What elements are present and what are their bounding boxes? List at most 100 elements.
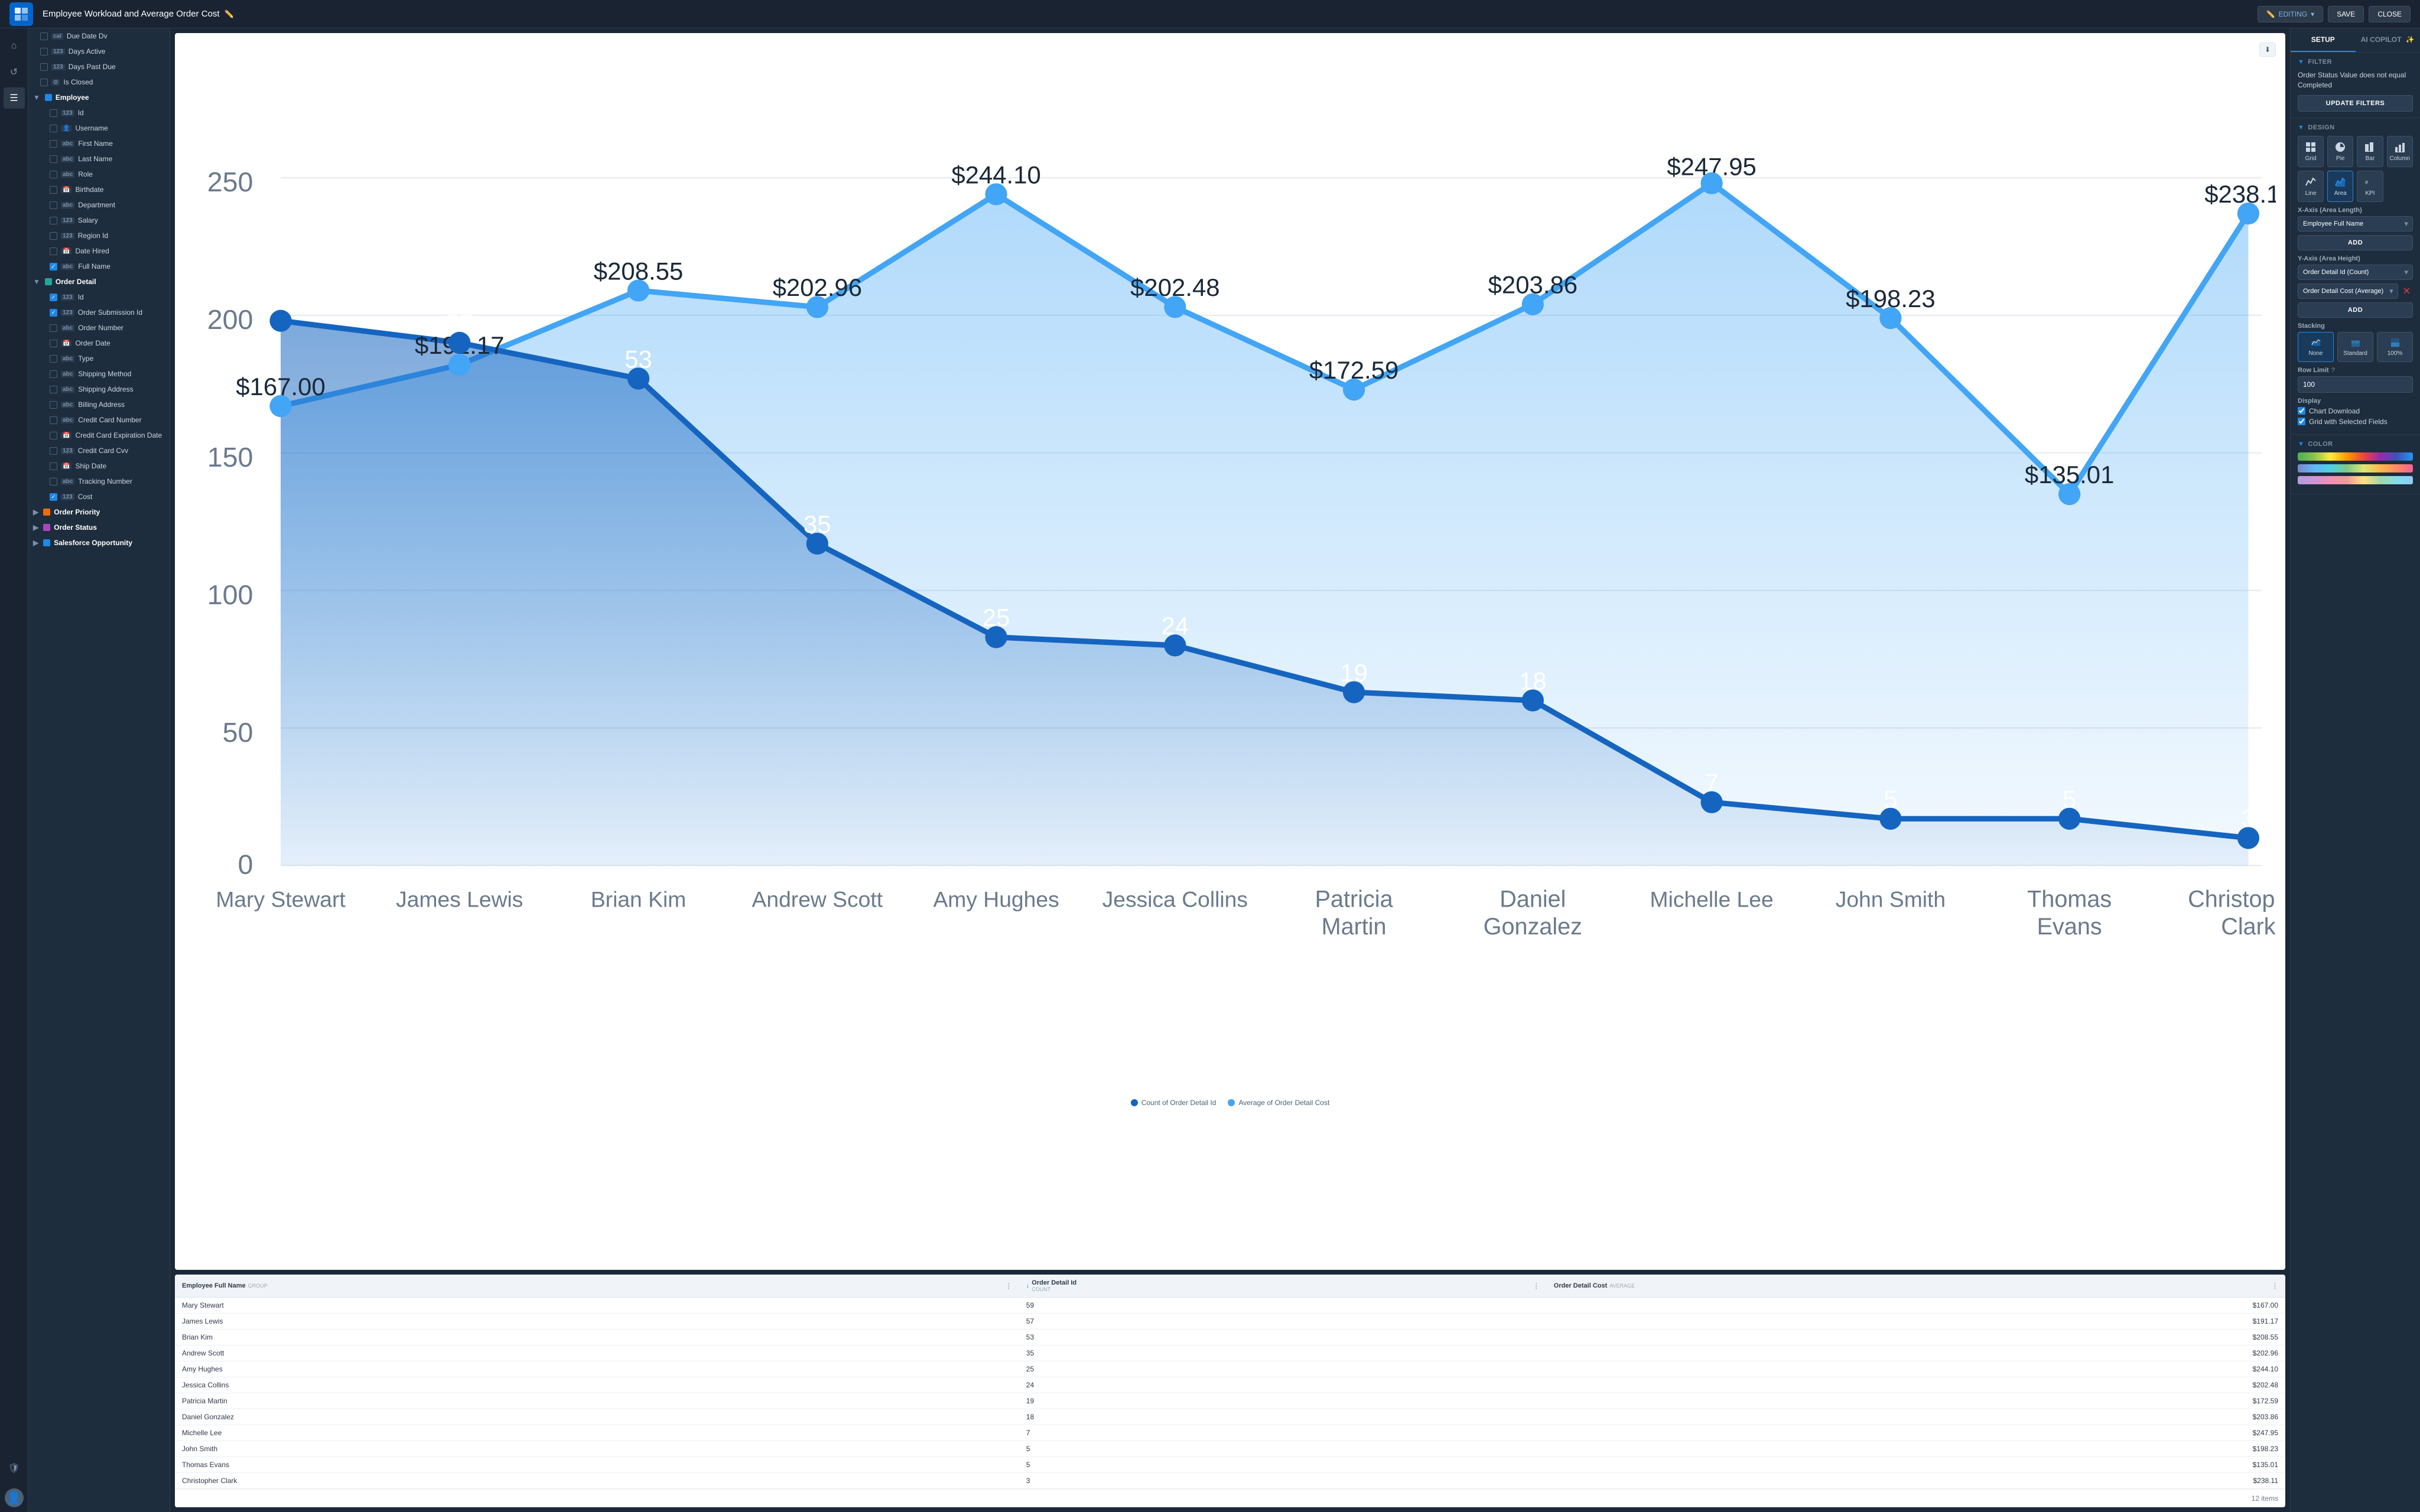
sidebar-item-shipping-method[interactable]: abc Shipping Method bbox=[28, 366, 170, 382]
sidebar-item-salary[interactable]: 123 Salary bbox=[28, 213, 170, 228]
chart-type-grid-btn[interactable]: Grid bbox=[2298, 136, 2324, 167]
svg-text:50: 50 bbox=[223, 717, 253, 748]
sidebar-item-is-closed[interactable]: ⊙ Is Closed bbox=[28, 74, 170, 90]
data-nav-icon[interactable]: ☰ bbox=[4, 87, 25, 109]
chart-type-area-btn[interactable]: Area bbox=[2327, 171, 2353, 202]
chart-type-column-btn[interactable]: Column bbox=[2387, 136, 2413, 167]
y-axis-remove-button[interactable]: ✕ bbox=[2401, 285, 2413, 297]
sidebar-item-first-name[interactable]: abc First Name bbox=[28, 136, 170, 151]
topbar-actions: ✏️ EDITING ▾ SAVE CLOSE bbox=[2258, 6, 2411, 22]
sidebar-item-birthdate[interactable]: 📅 Birthdate bbox=[28, 182, 170, 197]
col-header-employee-name[interactable]: Employee Full Name GROUP ⋮ bbox=[175, 1275, 1019, 1298]
sidebar-item-cc-exp-date[interactable]: 📅 Credit Card Expiration Date bbox=[28, 428, 170, 443]
sidebar-item-shipping-address[interactable]: abc Shipping Address bbox=[28, 382, 170, 397]
update-filters-button[interactable]: UPDATE FILTERS bbox=[2298, 95, 2413, 112]
y-axis-add-button[interactable]: ADD bbox=[2298, 302, 2413, 318]
sidebar-group-employee[interactable]: ▼ Employee bbox=[28, 90, 170, 105]
filter-section-header[interactable]: ▼ FILTER bbox=[2298, 58, 2413, 66]
chart-area: ⬇ 250 200 150 100 50 0 bbox=[175, 33, 2285, 1270]
col-header-order-detail-id[interactable]: ↓ Order Detail Id COUNT ⋮ bbox=[1019, 1275, 1547, 1298]
sidebar-item-order-number[interactable]: abc Order Number bbox=[28, 320, 170, 335]
table-footer: 12 items bbox=[175, 1489, 2285, 1507]
sidebar-group-order-status[interactable]: ▶ Order Status bbox=[28, 520, 170, 535]
col-menu-icon-name[interactable]: ⋮ bbox=[1006, 1282, 1012, 1290]
sidebar-item-credit-card-number[interactable]: abc Credit Card Number bbox=[28, 412, 170, 428]
display-grid-selected-fields[interactable]: Grid with Selected Fields bbox=[2298, 418, 2413, 426]
stack-none-btn[interactable]: None bbox=[2298, 332, 2334, 362]
sidebar-item-order-submission-id[interactable]: ✓ 123 Order Submission Id bbox=[28, 305, 170, 320]
sidebar-item-date-hired[interactable]: 📅 Date Hired bbox=[28, 243, 170, 259]
tab-setup[interactable]: SETUP bbox=[2291, 28, 2356, 52]
sidebar-item-od-id[interactable]: ✓ 123 Id bbox=[28, 289, 170, 305]
color-palette-1[interactable] bbox=[2298, 452, 2413, 461]
chart-type-kpi-btn[interactable]: # KPI bbox=[2357, 171, 2383, 202]
employee-collapse-icon: ▼ bbox=[33, 93, 40, 102]
design-section-header[interactable]: ▼ DESIGN bbox=[2298, 124, 2413, 131]
refresh-nav-icon[interactable]: ↺ bbox=[4, 61, 25, 83]
x-axis-select-container[interactable]: Employee Full Name bbox=[2298, 216, 2413, 232]
edit-title-icon[interactable]: ✏️ bbox=[225, 9, 234, 19]
shield-nav-icon[interactable]: 🛡 bbox=[4, 1458, 25, 1479]
sidebar-item-id[interactable]: 123 Id bbox=[28, 105, 170, 120]
sidebar-item-cc-cvv[interactable]: 123 Credit Card Cvv bbox=[28, 443, 170, 458]
color-palette-2[interactable] bbox=[2298, 464, 2413, 472]
due-date-dv-checkbox[interactable] bbox=[40, 32, 48, 40]
cell-cost: $238.11 bbox=[1547, 1473, 2285, 1489]
cell-name: James Lewis bbox=[175, 1314, 1019, 1329]
row-limit-input[interactable] bbox=[2298, 376, 2413, 393]
sidebar-item-full-name[interactable]: ✓ abc Full Name bbox=[28, 259, 170, 274]
row-limit-help-icon[interactable]: ? bbox=[2331, 367, 2335, 374]
sidebar-item-username[interactable]: 👤 Username bbox=[28, 120, 170, 136]
stack-standard-btn[interactable]: Standard bbox=[2337, 332, 2373, 362]
color-palette-3[interactable] bbox=[2298, 476, 2413, 484]
avatar-nav-icon[interactable]: 👤 bbox=[5, 1488, 24, 1507]
stacking-label: Stacking bbox=[2298, 322, 2413, 330]
stack-100-btn[interactable]: 100% bbox=[2377, 332, 2413, 362]
y-axis-select-2[interactable]: Order Detail Cost (Average) bbox=[2298, 284, 2398, 299]
sidebar-item-type[interactable]: abc Type bbox=[28, 351, 170, 366]
x-axis-add-button[interactable]: ADD bbox=[2298, 235, 2413, 250]
sidebar-item-order-date[interactable]: 📅 Order Date bbox=[28, 335, 170, 351]
sidebar-item-days-past-due[interactable]: 123 Days Past Due bbox=[28, 59, 170, 74]
sidebar-item-billing-address[interactable]: abc Billing Address bbox=[28, 397, 170, 412]
is-closed-checkbox[interactable] bbox=[40, 79, 48, 86]
chart-type-pie-btn[interactable]: Pie bbox=[2327, 136, 2353, 167]
sidebar-item-last-name[interactable]: abc Last Name bbox=[28, 151, 170, 167]
sidebar-group-salesforce[interactable]: ▶ Salesforce Opportunity bbox=[28, 535, 170, 550]
editing-button[interactable]: ✏️ EDITING ▾ bbox=[2258, 6, 2324, 22]
cell-count: 5 bbox=[1019, 1441, 1547, 1457]
col-menu-icon-cost[interactable]: ⋮ bbox=[2272, 1282, 2278, 1290]
sidebar-item-role[interactable]: abc Role bbox=[28, 167, 170, 182]
sidebar-item-due-date-dv[interactable]: cal Due Date Dv bbox=[28, 28, 170, 44]
y-axis-select-1-container[interactable]: Order Detail Id (Count) bbox=[2298, 265, 2413, 280]
sidebar-item-days-active[interactable]: 123 Days Active bbox=[28, 44, 170, 59]
sidebar-item-region-id[interactable]: 123 Region Id bbox=[28, 228, 170, 243]
chart-type-line-btn[interactable]: Line bbox=[2298, 171, 2324, 202]
tab-ai-copilot[interactable]: AI COPILOT ✨ bbox=[2356, 28, 2420, 52]
chart-download-button[interactable]: ⬇ bbox=[2259, 43, 2276, 57]
col-header-order-cost[interactable]: Order Detail Cost AVERAGE ⋮ bbox=[1547, 1275, 2285, 1298]
col-menu-icon-count[interactable]: ⋮ bbox=[1533, 1282, 1540, 1290]
days-past-due-checkbox[interactable] bbox=[40, 63, 48, 71]
chart-type-bar-btn[interactable]: Bar bbox=[2357, 136, 2383, 167]
table-row: James Lewis 57 $191.17 bbox=[175, 1314, 2285, 1329]
days-active-checkbox[interactable] bbox=[40, 48, 48, 56]
chart-download-checkbox[interactable] bbox=[2298, 407, 2305, 415]
color-section-header[interactable]: ▼ COLOR bbox=[2298, 441, 2413, 448]
cell-count: 25 bbox=[1019, 1361, 1547, 1377]
svg-text:Andrew Scott: Andrew Scott bbox=[752, 887, 883, 911]
sidebar-group-order-priority[interactable]: ▶ Order Priority bbox=[28, 504, 170, 520]
y-axis-select-1[interactable]: Order Detail Id (Count) bbox=[2298, 265, 2413, 280]
sidebar-item-department[interactable]: abc Department bbox=[28, 197, 170, 213]
sidebar-item-ship-date[interactable]: 📅 Ship Date bbox=[28, 458, 170, 474]
save-button[interactable]: SAVE bbox=[2328, 6, 2364, 22]
sidebar-item-tracking-number[interactable]: abc Tracking Number bbox=[28, 474, 170, 489]
home-nav-icon[interactable]: ⌂ bbox=[4, 35, 25, 57]
x-axis-select[interactable]: Employee Full Name bbox=[2298, 216, 2413, 232]
sidebar-group-order-detail[interactable]: ▼ Order Detail bbox=[28, 274, 170, 289]
y-axis-select-2-container[interactable]: Order Detail Cost (Average) bbox=[2298, 284, 2398, 299]
close-button[interactable]: CLOSE bbox=[2369, 6, 2411, 22]
display-chart-download[interactable]: Chart Download bbox=[2298, 407, 2413, 415]
grid-selected-fields-checkbox[interactable] bbox=[2298, 418, 2305, 425]
sidebar-item-cost[interactable]: ✓ 123 Cost bbox=[28, 489, 170, 504]
